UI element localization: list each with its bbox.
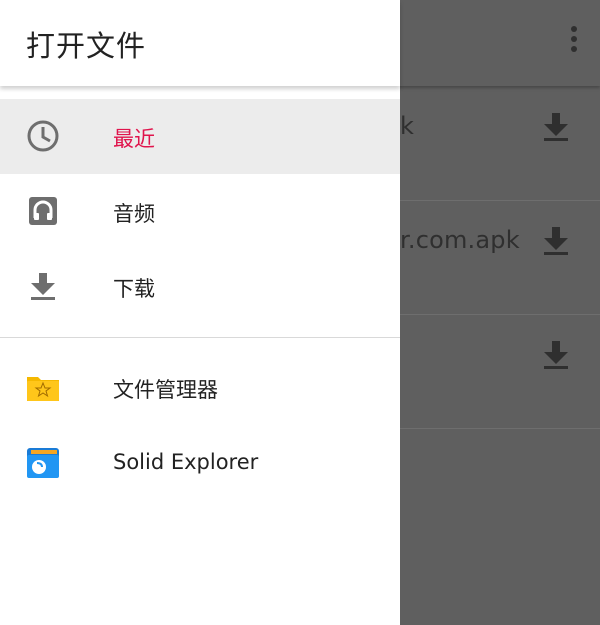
- drawer-item-label: 文件管理器: [113, 378, 218, 402]
- clock-icon: [27, 120, 59, 152]
- list-item-title: r.com.apk: [400, 226, 520, 254]
- drawer-item-solid-explorer[interactable]: Solid Explorer: [0, 426, 400, 501]
- drawer-header: 打开文件: [0, 0, 400, 86]
- drawer-title: 打开文件: [26, 29, 147, 63]
- drawer-item-label: Solid Explorer: [113, 450, 259, 474]
- navigation-drawer: 打开文件 最近 音频 下载 文件管理器 Solid Explorer: [0, 0, 400, 625]
- drawer-item-recent[interactable]: 最近: [0, 99, 400, 174]
- download-icon: [31, 273, 55, 300]
- solid-explorer-app-icon: [27, 448, 59, 478]
- drawer-item-label: 音频: [113, 202, 155, 226]
- overflow-menu-icon: [570, 26, 578, 62]
- drawer-item-file-manager[interactable]: 文件管理器: [0, 350, 400, 425]
- download-icon: [544, 341, 568, 369]
- drawer-item-label: 下载: [113, 277, 155, 301]
- divider: [0, 337, 400, 338]
- drawer-item-audio[interactable]: 音频: [0, 174, 400, 249]
- drawer-item-downloads[interactable]: 下载: [0, 249, 400, 324]
- download-icon: [544, 113, 568, 141]
- file-manager-app-icon: [27, 377, 59, 401]
- list-item-title: k: [400, 112, 415, 140]
- drawer-item-label: 最近: [113, 127, 155, 151]
- headphones-icon: [29, 197, 57, 225]
- download-icon: [544, 227, 568, 255]
